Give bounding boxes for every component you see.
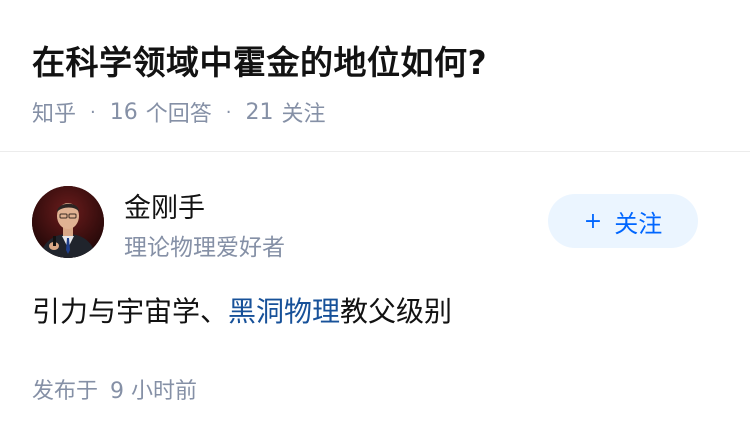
published-label: 发布于 — [32, 379, 99, 404]
plus-icon: + — [583, 208, 603, 234]
follow-count-label: 关注 — [281, 102, 326, 127]
published-time: 发布于 9 小时前 — [32, 373, 197, 405]
answer-text-after: 教父级别 — [340, 295, 453, 328]
follow-button-label: 关注 — [614, 209, 663, 238]
answer-content[interactable]: 引力与宇宙学、黑洞物理教父级别 — [32, 290, 452, 330]
answer-text-before: 引力与宇宙学、 — [32, 295, 229, 328]
question-meta: 知乎 · 16 个回答 · 21 关注 — [32, 96, 326, 128]
published-time-value: 9 小时前 — [110, 379, 198, 404]
author-bio: 理论物理爱好者 — [124, 235, 285, 261]
meta-separator: · — [225, 101, 232, 123]
person-avatar-icon — [32, 186, 104, 258]
answer-count: 16 — [109, 99, 138, 125]
answer-link[interactable]: 黑洞物理 — [228, 295, 340, 328]
follow-count: 21 — [245, 99, 274, 125]
answer-count-label[interactable]: 个回答 — [146, 96, 212, 128]
divider — [0, 151, 750, 152]
source-label[interactable]: 知乎 — [32, 96, 76, 128]
question-title[interactable]: 在科学领域中霍金的地位如何? — [32, 36, 487, 84]
follow-button[interactable]: + 关注 — [548, 194, 698, 248]
meta-separator: · — [90, 101, 96, 123]
author-avatar[interactable] — [32, 186, 104, 258]
author-name[interactable]: 金刚手 — [124, 186, 205, 225]
